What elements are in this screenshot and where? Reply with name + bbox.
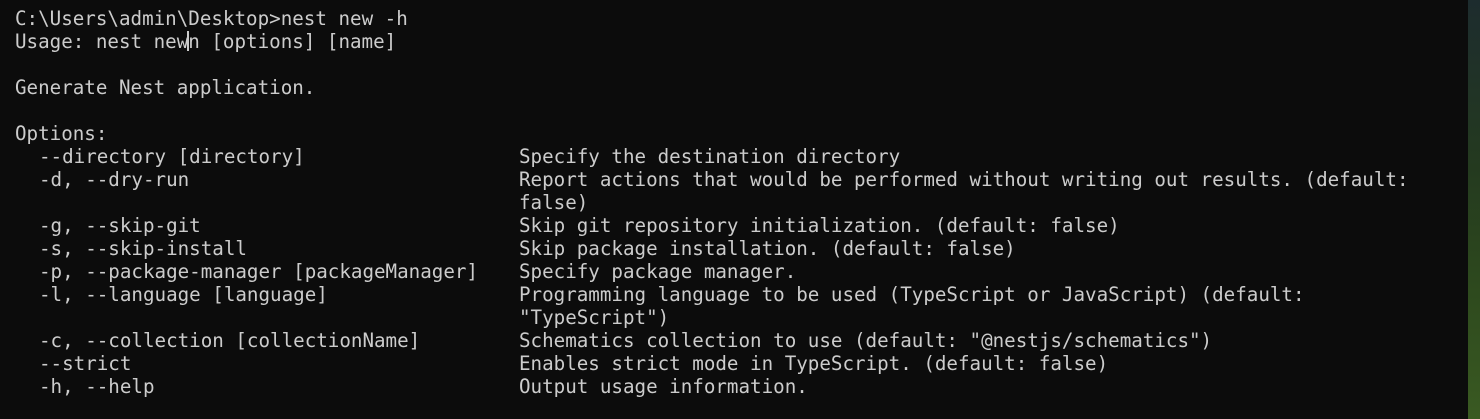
option-flag: -l, --language [language] (39, 283, 328, 306)
terminal-output: C:\Users\admin\Desktop>nest new -h Usage… (15, 7, 1480, 398)
option-row-skip-install: -s, --skip-install Skip package installa… (15, 237, 1480, 260)
usage-line: Usage: nest newn [options] [name] (15, 30, 1480, 53)
option-flag: --directory [directory] (39, 145, 305, 168)
option-description: Enables strict mode in TypeScript. (defa… (519, 352, 1109, 375)
desktop-background-edge (1468, 0, 1480, 419)
option-row-package-manager: -p, --package-manager [packageManager] S… (15, 260, 1480, 283)
option-description: Specify package manager. (519, 260, 797, 283)
option-description: Specify the destination directory (519, 145, 901, 168)
option-row-strict: --strict Enables strict mode in TypeScri… (15, 352, 1480, 375)
option-flag: -g, --skip-git (39, 214, 201, 237)
option-description: Skip package installation. (default: fal… (519, 237, 1016, 260)
option-row-collection: -c, --collection [collectionName] Schema… (15, 329, 1480, 352)
command-line: C:\Users\admin\Desktop>nest new -h (15, 7, 1480, 30)
terminal-window[interactable]: C:\Users\admin\Desktop>nest new -h Usage… (0, 0, 1480, 419)
option-description: Programming language to be used (TypeScr… (519, 283, 1317, 329)
command-text: nest new -h (280, 7, 408, 30)
option-flag: --strict (39, 352, 132, 375)
option-flag: -p, --package-manager [packageManager] (39, 260, 478, 283)
option-description: Report actions that would be performed w… (519, 168, 1421, 214)
option-row-directory: --directory [directory] Specify the dest… (15, 145, 1480, 168)
usage-text-start: Usage: nest new (15, 30, 189, 53)
option-description: Skip git repository initialization. (def… (519, 214, 1120, 237)
prompt-path: C:\Users\admin\Desktop> (15, 7, 281, 30)
option-row-language: -l, --language [language] Programming la… (15, 283, 1480, 329)
options-list: --directory [directory] Specify the dest… (15, 145, 1480, 398)
option-flag: -d, --dry-run (39, 168, 190, 191)
option-row-help: -h, --help Output usage information. (15, 375, 1480, 398)
option-row-skip-git: -g, --skip-git Skip git repository initi… (15, 214, 1480, 237)
option-description: Output usage information. (519, 375, 808, 398)
option-flag: -c, --collection [collectionName] (39, 329, 421, 352)
option-flag: -h, --help (39, 375, 155, 398)
command-description: Generate Nest application. (15, 76, 316, 99)
option-row-dry-run: -d, --dry-run Report actions that would … (15, 168, 1480, 214)
option-flag: -s, --skip-install (39, 237, 247, 260)
option-description: Schematics collection to use (default: "… (519, 329, 1213, 352)
usage-text-end: n [options] [name] (188, 30, 397, 53)
options-heading: Options: (15, 122, 108, 145)
